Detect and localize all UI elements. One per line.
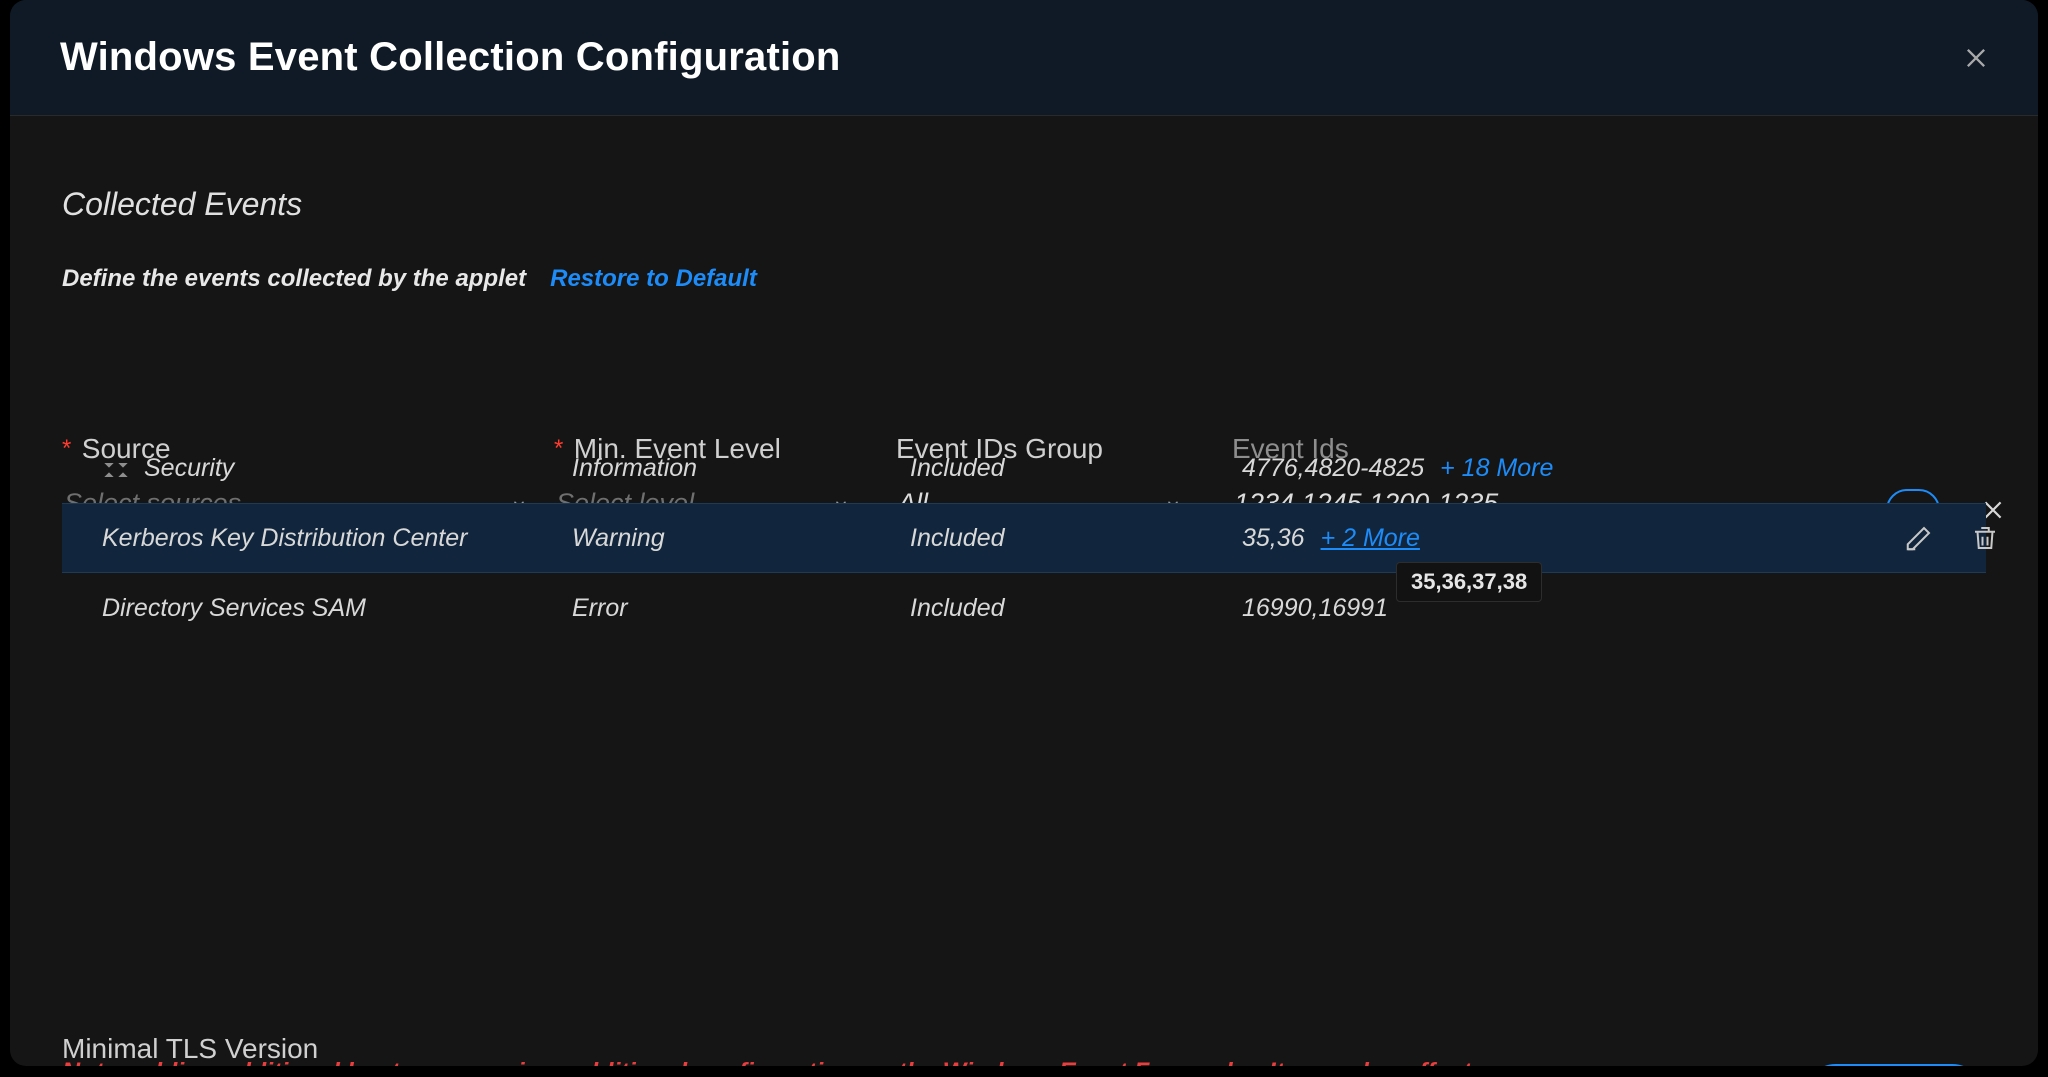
row-level: Warning [572, 524, 872, 553]
row-actions [1812, 523, 2012, 553]
table-row[interactable]: Kerberos Key Distribution Center Warning… [62, 503, 1986, 573]
config-modal: Windows Event Collection Configuration C… [10, 0, 2038, 1066]
row-ids: 16990,16991 [1242, 594, 1388, 623]
row-source: Security [144, 454, 234, 483]
modal-body: Collected Events Define the events colle… [10, 116, 2038, 1066]
modal-header: Windows Event Collection Configuration [10, 0, 2038, 116]
row-source: Kerberos Key Distribution Center [102, 524, 532, 553]
event-rows: Security Information Included 4776,4820-… [62, 433, 1986, 643]
section-title: Collected Events [62, 186, 1986, 223]
edit-icon[interactable] [1904, 523, 1934, 553]
row-level: Error [572, 594, 872, 623]
row-group: Included [910, 594, 1200, 623]
table-row: Security Information Included 4776,4820-… [62, 433, 1986, 503]
drag-handle-icon[interactable] [102, 458, 130, 478]
row-level: Information [572, 454, 872, 483]
modal-title: Windows Event Collection Configuration [60, 35, 841, 80]
row-group: Included [910, 454, 1200, 483]
row-ids: 35,36 [1242, 524, 1305, 553]
restore-default-link[interactable]: Restore to Default [550, 265, 757, 293]
row-source-cell: Security [102, 454, 532, 483]
footer-actions: Cancel Save [1675, 1064, 1986, 1066]
filter-columns: * Source Select sources * Min. Event Lev… [62, 433, 1986, 783]
footer-note: Note: adding additional log types requir… [62, 1052, 1602, 1066]
more-link[interactable]: + 18 More [1440, 454, 1553, 483]
more-link[interactable]: + 2 More [1321, 524, 1420, 553]
close-icon[interactable] [1962, 44, 1990, 72]
trash-icon[interactable] [1970, 523, 2000, 553]
subhead-row: Define the events collected by the apple… [62, 265, 1986, 293]
row-ids: 4776,4820-4825 [1242, 454, 1424, 483]
modal-footer: Note: adding additional log types requir… [62, 1052, 1986, 1066]
row-ids-cell: 4776,4820-4825 + 18 More [1242, 454, 1802, 483]
save-button[interactable]: Save [1802, 1064, 1986, 1066]
subhead-text: Define the events collected by the apple… [62, 265, 526, 293]
table-row: Directory Services SAM Error Included 16… [62, 573, 1986, 643]
row-ids-cell: 16990,16991 [1242, 594, 1802, 623]
row-ids-cell: 35,36 + 2 More [1242, 524, 1802, 553]
row-group: Included [910, 524, 1200, 553]
row-source: Directory Services SAM [102, 594, 532, 623]
